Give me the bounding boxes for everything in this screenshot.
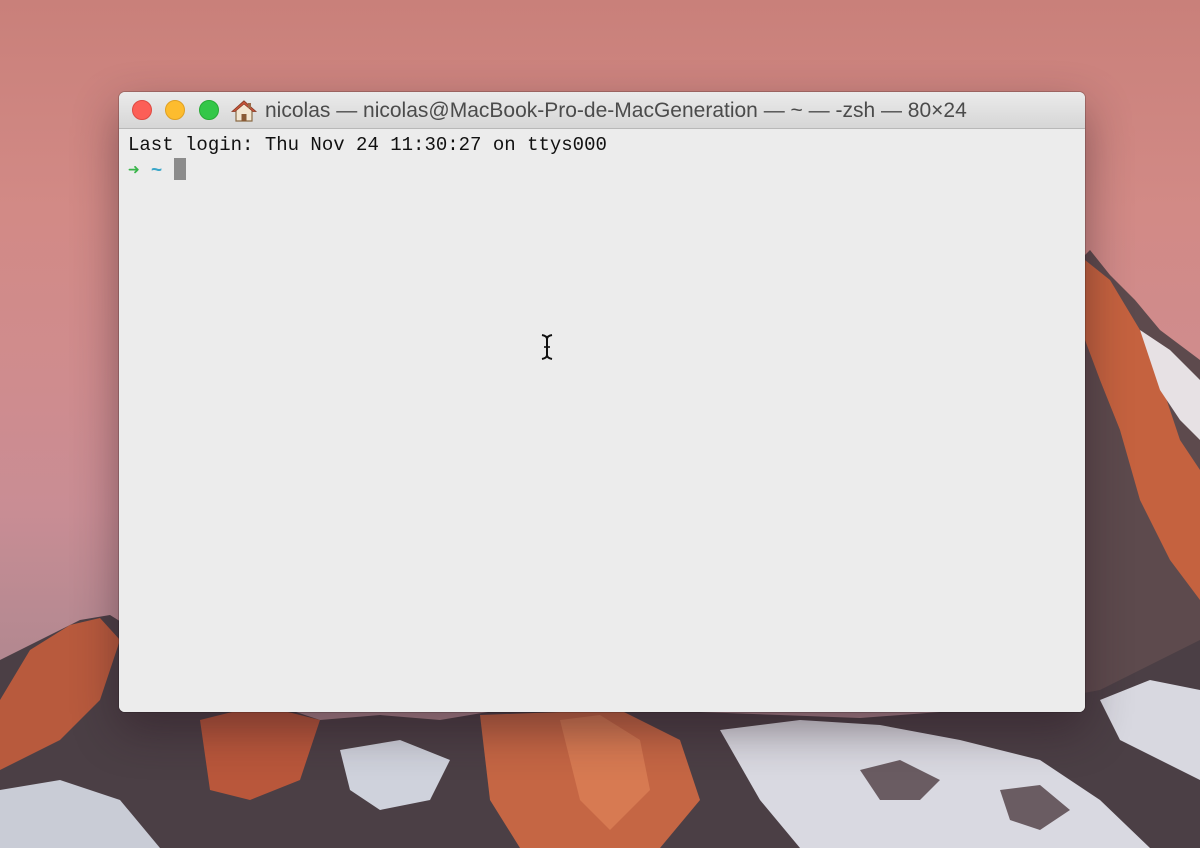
prompt-directory: ~	[150, 160, 163, 182]
window-title-area: nicolas — nicolas@MacBook-Pro-de-MacGene…	[231, 92, 967, 129]
window-title: nicolas — nicolas@MacBook-Pro-de-MacGene…	[265, 98, 967, 122]
prompt-arrow-icon: ➜	[128, 160, 140, 182]
terminal-window: nicolas — nicolas@MacBook-Pro-de-MacGene…	[119, 92, 1085, 712]
ibeam-cursor-icon	[541, 334, 553, 360]
terminal-content[interactable]: Last login: Thu Nov 24 11:30:27 on ttys0…	[119, 129, 1085, 712]
last-login-line: Last login: Thu Nov 24 11:30:27 on ttys0…	[128, 134, 607, 156]
text-cursor	[173, 158, 186, 180]
zoom-window-button[interactable]	[199, 100, 219, 120]
home-icon	[231, 99, 257, 122]
close-window-button[interactable]	[132, 100, 152, 120]
minimize-window-button[interactable]	[165, 100, 185, 120]
window-titlebar[interactable]: nicolas — nicolas@MacBook-Pro-de-MacGene…	[119, 92, 1085, 129]
prompt-line: ➜ ~	[128, 158, 1085, 183]
